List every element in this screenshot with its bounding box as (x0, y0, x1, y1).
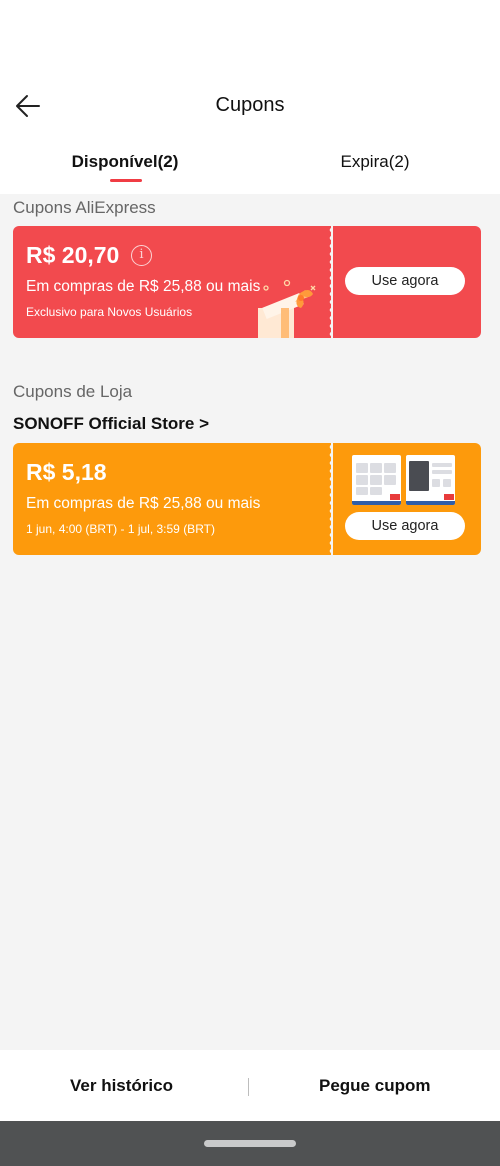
tab-available[interactable]: Disponível(2) (60, 152, 190, 172)
bottom-action-bar: Ver histórico Pegue cupom (0, 1050, 500, 1121)
view-history-button[interactable]: Ver histórico (70, 1076, 173, 1096)
coupon-min-purchase: Em compras de R$ 25,88 ou mais (26, 278, 261, 295)
coupon-amount: R$ 5,18 (26, 459, 107, 485)
coupon-store: R$ 5,18 Em compras de R$ 25,88 ou mais 1… (13, 443, 481, 555)
coupon-note: Exclusivo para Novos Usuários (26, 305, 193, 319)
coupon-min-purchase: Em compras de R$ 25,88 ou mais (26, 495, 261, 512)
section-aliexpress-label: Cupons AliExpress (13, 198, 156, 217)
info-icon[interactable]: i (131, 245, 152, 266)
tab-expiring[interactable]: Expira(2) (310, 152, 440, 172)
section-store-label: Cupons de Loja (13, 382, 133, 401)
coupon-body: R$ 5,18 Em compras de R$ 25,88 ou mais 1… (13, 443, 331, 555)
tab-active-indicator (110, 179, 142, 182)
gift-icon (258, 279, 316, 338)
page-title: Cupons (215, 94, 285, 116)
coupon-action-area: Use agora (333, 226, 481, 338)
use-now-button[interactable]: Use agora (345, 512, 465, 540)
get-coupon-button[interactable]: Pegue cupom (319, 1076, 430, 1096)
use-now-button[interactable]: Use agora (345, 267, 465, 295)
system-nav-bar (0, 1121, 500, 1166)
divider (248, 1078, 249, 1096)
coupon-amount: R$ 20,70 (26, 242, 120, 268)
product-thumbnail[interactable] (352, 455, 401, 505)
home-gesture-pill[interactable] (204, 1140, 296, 1147)
coupon-validity: 1 jun, 4:00 (BRT) - 1 jul, 3:59 (BRT) (26, 522, 215, 536)
product-thumbnail[interactable] (406, 455, 455, 505)
coupon-aliexpress: R$ 20,70 i Em compras de R$ 25,88 ou mai… (13, 226, 481, 338)
store-link[interactable]: SONOFF Official Store > (13, 414, 209, 434)
coupon-body: R$ 20,70 i Em compras de R$ 25,88 ou mai… (13, 226, 331, 338)
coupon-action-area: Use agora (333, 443, 481, 555)
